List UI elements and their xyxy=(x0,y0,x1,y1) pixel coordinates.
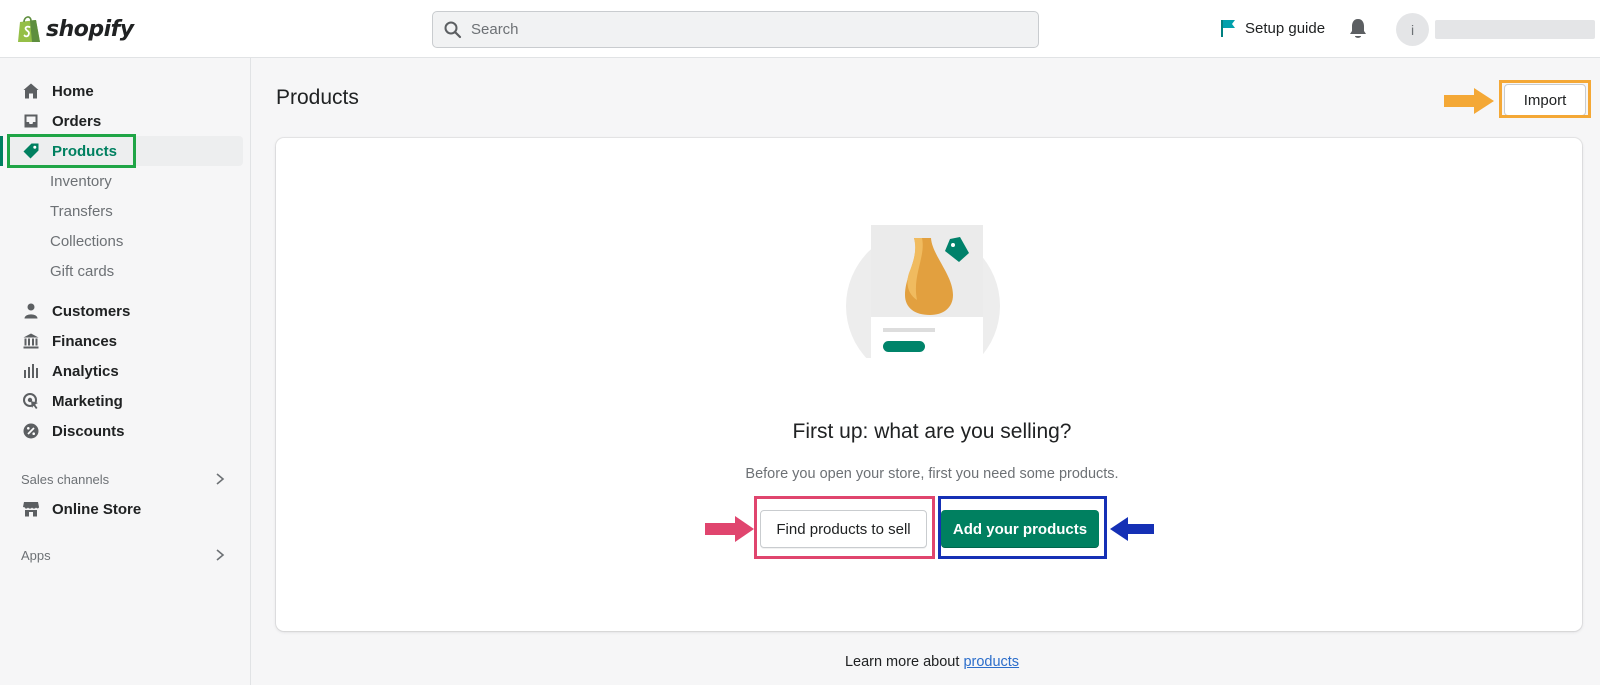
blue-arrow-icon xyxy=(1110,517,1154,541)
sidebar-item-home[interactable]: Home xyxy=(8,76,243,106)
search-bar[interactable] xyxy=(432,11,1039,48)
logo-text: shopify xyxy=(46,16,134,42)
search-input[interactable] xyxy=(471,21,1011,38)
sidebar-item-label: Online Store xyxy=(52,500,142,518)
products-highlight-box xyxy=(7,134,136,168)
products-help-link[interactable]: products xyxy=(963,654,1019,670)
orange-arrow-icon xyxy=(1444,88,1494,114)
add-products-highlight-box xyxy=(938,496,1107,559)
sidebar-item-finances[interactable]: Finances xyxy=(8,326,243,356)
find-products-highlight-box xyxy=(754,496,935,559)
chevron-right-icon[interactable] xyxy=(214,548,226,562)
import-highlight-box xyxy=(1499,80,1591,118)
target-icon xyxy=(22,392,40,410)
setup-guide-button[interactable]: Setup guide xyxy=(1219,18,1325,38)
sidebar-item-label: Analytics xyxy=(52,362,119,380)
sidebar-item-online-store[interactable]: Online Store xyxy=(8,494,243,524)
shopify-logo[interactable]: shopify xyxy=(16,12,134,46)
sidebar-item-label: Customers xyxy=(52,302,131,320)
sidebar-subitem-gift-cards[interactable]: Gift cards xyxy=(50,263,114,280)
page-title: Products xyxy=(276,86,359,109)
flag-icon xyxy=(1221,20,1235,37)
avatar[interactable]: i xyxy=(1396,13,1429,46)
sidebar-subitem-transfers[interactable]: Transfers xyxy=(50,203,113,220)
orders-icon xyxy=(22,112,40,130)
store-name-placeholder[interactable] xyxy=(1435,20,1595,39)
bank-icon xyxy=(22,332,40,350)
sidebar-subitem-collections[interactable]: Collections xyxy=(50,233,123,250)
sidebar-item-orders[interactable]: Orders xyxy=(8,106,243,136)
bar-chart-icon xyxy=(22,362,40,380)
sidebar-subitem-inventory[interactable]: Inventory xyxy=(50,173,112,190)
learn-more-text: Learn more about xyxy=(844,654,960,670)
home-icon xyxy=(22,82,40,100)
active-nav-marker xyxy=(0,136,3,166)
sidebar-item-label: Marketing xyxy=(52,392,123,410)
empty-state-heading: First up: what are you selling? xyxy=(792,420,1072,443)
learn-more-footer: Learn more about products xyxy=(0,654,1600,670)
sidebar-item-label: Finances xyxy=(52,332,118,350)
sidebar-item-label: Home xyxy=(52,82,94,100)
setup-guide-label: Setup guide xyxy=(1245,19,1326,37)
apps-label: Apps xyxy=(21,548,51,563)
person-icon xyxy=(22,302,40,320)
sidebar-item-customers[interactable]: Customers xyxy=(8,296,243,326)
bell-icon[interactable] xyxy=(1347,17,1369,41)
shopify-bag-icon xyxy=(18,16,40,42)
sidebar-item-analytics[interactable]: Analytics xyxy=(8,356,243,386)
pink-arrow-icon xyxy=(705,516,754,542)
top-bar: shopify Setup guide i xyxy=(0,0,1600,58)
search-icon xyxy=(444,21,462,38)
sidebar-item-marketing[interactable]: Marketing xyxy=(8,386,243,416)
product-illustration xyxy=(845,225,1017,391)
sidebar-item-label: Orders xyxy=(52,112,102,130)
store-icon xyxy=(22,500,40,518)
empty-state-subtext: Before you open your store, first you ne… xyxy=(745,466,1119,482)
